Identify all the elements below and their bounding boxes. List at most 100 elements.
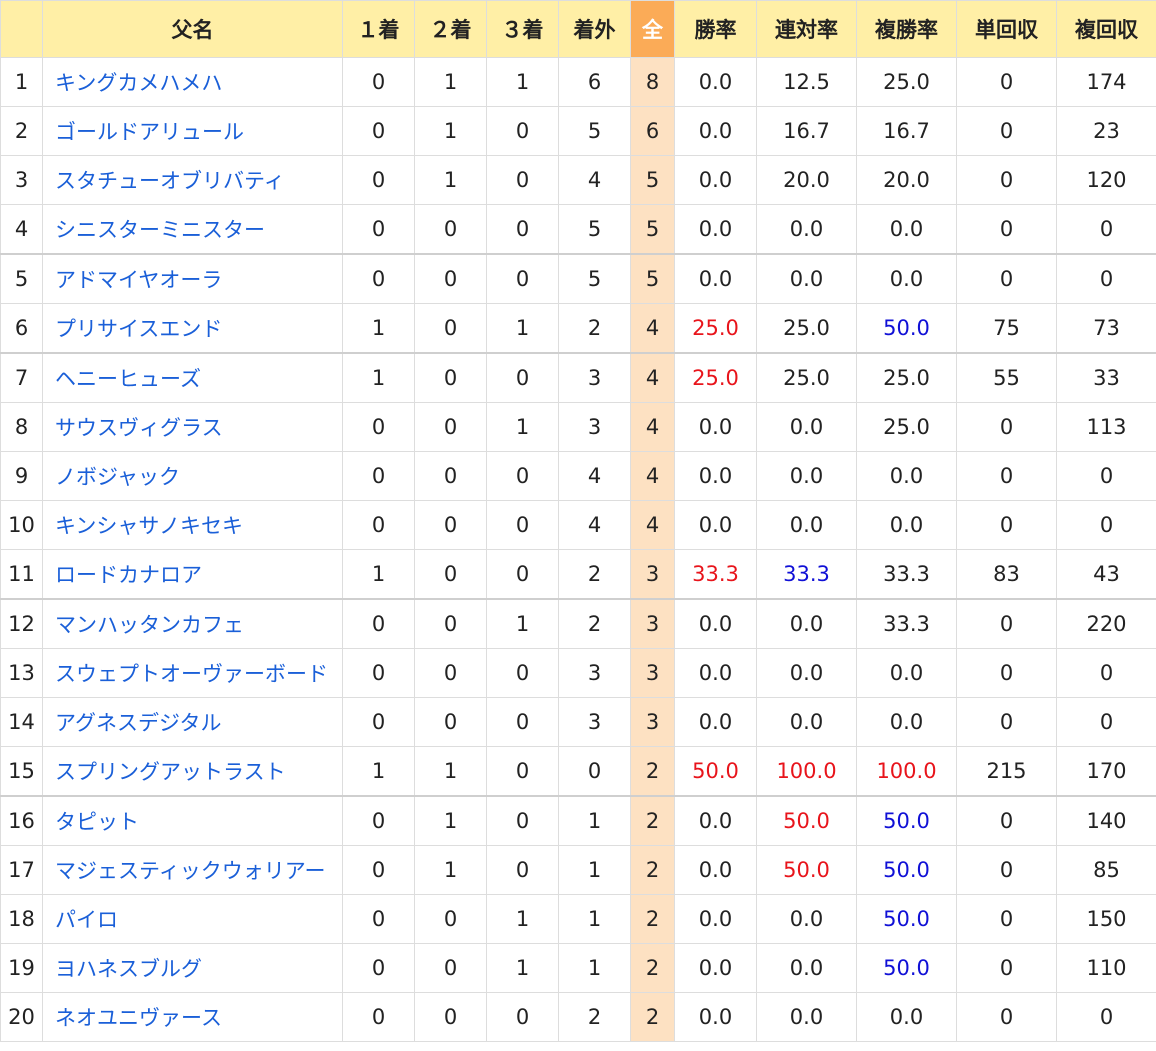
sire-name-link[interactable]: プリサイスエンド — [55, 317, 222, 341]
sire-name-link[interactable]: スタチューオブリバティ — [55, 169, 285, 193]
rank-cell: 15 — [0, 746, 43, 797]
second-count-cell: 0 — [414, 451, 487, 501]
header-outside[interactable]: 着外 — [558, 0, 631, 58]
all-count-cell: 3 — [630, 648, 675, 698]
third-count-cell: 1 — [486, 402, 559, 452]
sire-name-link[interactable]: ネオユニヴァース — [55, 1006, 222, 1030]
header-show-rate[interactable]: 複勝率 — [856, 0, 957, 58]
rank-cell: 3 — [0, 155, 43, 205]
sire-name-link[interactable]: ノボジャック — [55, 465, 180, 489]
show-return-cell: 0 — [1056, 992, 1156, 1042]
win-return-cell: 0 — [956, 253, 1057, 304]
rank-cell: 14 — [0, 697, 43, 747]
outside-count-cell: 3 — [558, 648, 631, 698]
header-place-rate[interactable]: 連対率 — [756, 0, 857, 58]
first-count-cell: 1 — [342, 352, 415, 403]
sire-name-link[interactable]: ロードカナロア — [55, 563, 202, 587]
place-rate-cell: 0.0 — [756, 648, 857, 698]
sire-name-link[interactable]: サウスヴィグラス — [55, 416, 223, 440]
table-row: 2 ゴールドアリュール 0 1 0 5 6 0.0 16.7 16.7 0 23 — [0, 106, 1156, 156]
second-count-cell: 1 — [414, 845, 487, 895]
header-win-return[interactable]: 単回収 — [956, 0, 1057, 58]
second-count-cell: 0 — [414, 352, 487, 403]
sire-name-cell: パイロ — [42, 894, 343, 944]
table-header-row: 父名 １着 ２着 ３着 着外 全 勝率 連対率 複勝率 単回収 複回収 — [0, 0, 1156, 58]
second-count-cell: 0 — [414, 697, 487, 747]
sire-name-link[interactable]: タピット — [55, 810, 139, 834]
table-row: 20 ネオユニヴァース 0 0 0 2 2 0.0 0.0 0.0 0 0 — [0, 992, 1156, 1042]
show-rate-cell: 50.0 — [856, 845, 957, 895]
sire-name-link[interactable]: マジェスティックウォリアー — [55, 859, 325, 883]
sire-name-cell: マンハッタンカフェ — [42, 598, 343, 649]
show-rate-cell: 50.0 — [856, 894, 957, 944]
all-count-cell: 3 — [630, 549, 675, 600]
outside-count-cell: 5 — [558, 204, 631, 255]
win-rate-cell: 0.0 — [674, 204, 757, 255]
third-count-cell: 1 — [486, 894, 559, 944]
table-row: 13 スウェプトオーヴァーボード 0 0 0 3 3 0.0 0.0 0.0 0 0 — [0, 648, 1156, 698]
third-count-cell: 0 — [486, 648, 559, 698]
show-return-cell: 73 — [1056, 303, 1156, 354]
outside-count-cell: 2 — [558, 303, 631, 354]
sire-name-cell: ゴールドアリュール — [42, 106, 343, 156]
sire-name-link[interactable]: スウェプトオーヴァーボード — [55, 662, 328, 686]
win-return-cell: 75 — [956, 303, 1057, 354]
sire-name-cell: アドマイヤオーラ — [42, 253, 343, 304]
sire-name-link[interactable]: キンシャサノキセキ — [55, 514, 243, 538]
sire-name-cell: マジェスティックウォリアー — [42, 845, 343, 895]
header-sire-name[interactable]: 父名 — [42, 0, 343, 58]
outside-count-cell: 1 — [558, 795, 631, 846]
sire-name-link[interactable]: ゴールドアリュール — [55, 120, 244, 144]
header-rank — [0, 0, 43, 58]
rank-cell: 16 — [0, 795, 43, 846]
sire-name-link[interactable]: スプリングアットラスト — [55, 760, 286, 784]
rank-cell: 8 — [0, 402, 43, 452]
header-second[interactable]: ２着 — [414, 0, 487, 58]
header-third[interactable]: ３着 — [486, 0, 559, 58]
header-show-return[interactable]: 複回収 — [1056, 0, 1156, 58]
win-rate-cell: 0.0 — [674, 795, 757, 846]
table-row: 9 ノボジャック 0 0 0 4 4 0.0 0.0 0.0 0 0 — [0, 451, 1156, 501]
sire-name-cell: アグネスデジタル — [42, 697, 343, 747]
first-count-cell: 0 — [342, 402, 415, 452]
all-count-cell: 4 — [630, 303, 675, 354]
place-rate-cell: 12.5 — [756, 57, 857, 107]
sire-name-link[interactable]: キングカメハメハ — [55, 71, 222, 95]
sire-name-link[interactable]: マンハッタンカフェ — [55, 613, 244, 637]
show-return-cell: 220 — [1056, 598, 1156, 649]
place-rate-cell: 50.0 — [756, 795, 857, 846]
win-return-cell: 0 — [956, 598, 1057, 649]
second-count-cell: 1 — [414, 746, 487, 797]
sire-name-cell: ヘニーヒューズ — [42, 352, 343, 403]
second-count-cell: 0 — [414, 303, 487, 354]
first-count-cell: 1 — [342, 746, 415, 797]
table-row: 16 タピット 0 1 0 1 2 0.0 50.0 50.0 0 140 — [0, 795, 1156, 846]
header-all[interactable]: 全 — [630, 0, 675, 58]
table-row: 8 サウスヴィグラス 0 0 1 3 4 0.0 0.0 25.0 0 113 — [0, 402, 1156, 452]
show-return-cell: 0 — [1056, 697, 1156, 747]
outside-count-cell: 3 — [558, 697, 631, 747]
show-return-cell: 113 — [1056, 402, 1156, 452]
win-rate-cell: 0.0 — [674, 697, 757, 747]
header-first[interactable]: １着 — [342, 0, 415, 58]
outside-count-cell: 1 — [558, 894, 631, 944]
sire-name-link[interactable]: アグネスデジタル — [55, 711, 222, 735]
sire-name-link[interactable]: パイロ — [55, 908, 118, 932]
third-count-cell: 0 — [486, 992, 559, 1042]
header-win-rate[interactable]: 勝率 — [674, 0, 757, 58]
third-count-cell: 1 — [486, 57, 559, 107]
first-count-cell: 1 — [342, 303, 415, 354]
sire-name-link[interactable]: ヨハネスブルグ — [55, 957, 202, 981]
sire-name-cell: サウスヴィグラス — [42, 402, 343, 452]
all-count-cell: 5 — [630, 204, 675, 255]
sire-stats-table: 父名 １着 ２着 ３着 着外 全 勝率 連対率 複勝率 単回収 複回収 1 キング… — [0, 0, 1156, 1042]
sire-name-link[interactable]: シニスターミニスター — [55, 218, 265, 242]
second-count-cell: 0 — [414, 500, 487, 550]
show-return-cell: 0 — [1056, 204, 1156, 255]
rank-cell: 1 — [0, 57, 43, 107]
outside-count-cell: 1 — [558, 943, 631, 993]
sire-name-link[interactable]: ヘニーヒューズ — [55, 367, 201, 391]
sire-name-link[interactable]: アドマイヤオーラ — [55, 268, 222, 292]
show-rate-cell: 100.0 — [856, 746, 957, 797]
win-rate-cell: 0.0 — [674, 155, 757, 205]
